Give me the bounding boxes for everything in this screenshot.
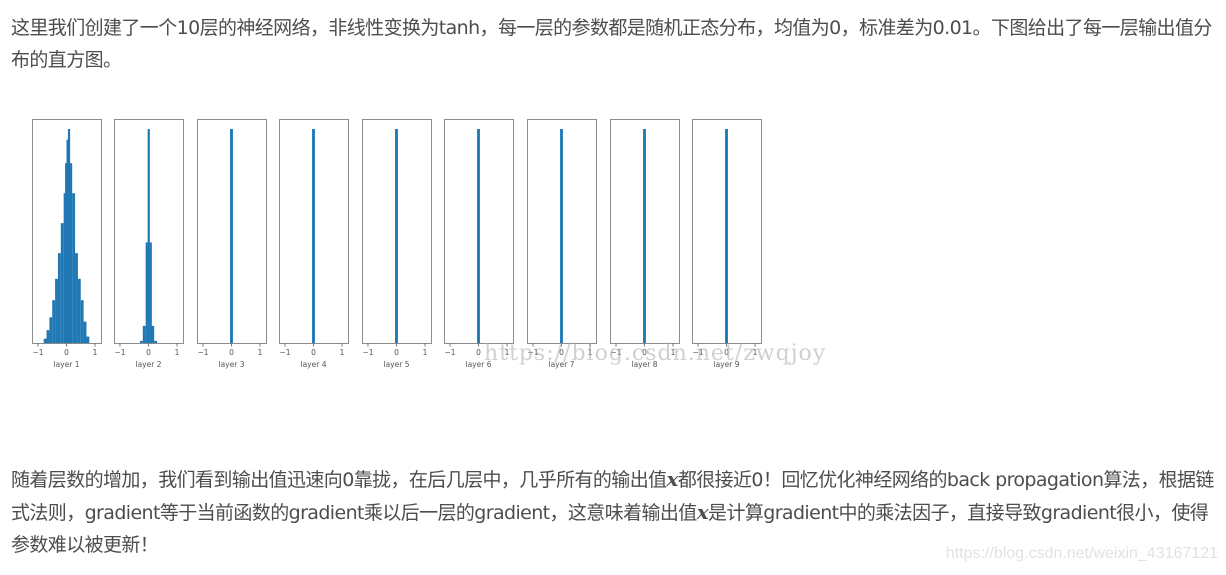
x-tick-label: 1	[93, 348, 98, 357]
histogram-bar	[49, 317, 53, 343]
histogram-bar	[86, 336, 90, 343]
x-tick-label: 1	[423, 348, 428, 357]
histogram-bar	[80, 300, 84, 343]
histogram-bar	[69, 163, 73, 343]
x-tick-label: −1	[362, 348, 373, 357]
histogram-bar	[560, 129, 563, 343]
panel-label: layer 4	[301, 360, 327, 369]
x-tick-label: 0	[229, 348, 234, 357]
histogram-bar	[395, 129, 398, 343]
panel-label: layer 5	[384, 360, 410, 369]
x-tick-label: −1	[114, 348, 125, 357]
histogram-bar	[72, 193, 76, 343]
histogram-panel-1: −1 0 1 layer 1	[32, 119, 102, 369]
histogram-bar	[75, 253, 78, 343]
histogram-panel-2: −1 0 1 layer 2	[114, 119, 184, 369]
math-variable-x: x	[696, 500, 709, 524]
histogram-panel-3: −1 0 1 layer 3	[197, 119, 267, 369]
panel-label: layer 3	[219, 360, 245, 369]
x-tick-label: −1	[32, 348, 43, 357]
histogram-bar	[230, 129, 233, 343]
intro-paragraph: 这里我们创建了一个10层的神经网络，非线性变换为tanh，每一层的参数都是随机正…	[11, 17, 1212, 71]
x-tick-label: 0	[394, 348, 399, 357]
histogram-bar	[60, 223, 64, 343]
x-tick-label: −1	[197, 348, 208, 357]
histogram-panel-4: −1 0 1 layer 4	[279, 119, 349, 369]
page-watermark: https://blog.csdn.net/weixin_43167121	[945, 545, 1218, 562]
histogram-panel-5: −1 0 1 layer 5	[362, 119, 432, 369]
x-tick-label: 1	[340, 348, 345, 357]
histogram-bar	[145, 242, 148, 343]
panel-label: layer 2	[136, 360, 162, 369]
histogram-bar	[55, 278, 58, 343]
histogram-bar	[43, 338, 47, 343]
histogram-bar	[643, 129, 646, 343]
histogram-panel-8: −1 0 1layer 8	[610, 119, 680, 369]
histogram-bar	[83, 321, 87, 343]
x-tick-label: −1	[279, 348, 290, 357]
histogram-bar	[147, 129, 150, 343]
panel-label: layer 1	[54, 360, 80, 369]
histogram-panel-9: −1 0 1layer 9	[692, 119, 762, 369]
histogram-bar	[52, 300, 56, 343]
x-tick-label: 0	[311, 348, 316, 357]
histogram-bar	[46, 330, 50, 343]
x-tick-label: 1	[175, 348, 180, 357]
histogram-bar	[77, 278, 81, 343]
histogram-bar	[57, 253, 61, 343]
histogram-bar	[139, 340, 143, 343]
histogram-panel-6: −1 0 1layer 6	[444, 119, 514, 369]
x-tick-label: −1	[444, 348, 455, 357]
histogram-bar	[151, 325, 155, 343]
histogram-bar	[154, 340, 158, 343]
conclusion-text-1: 随着层数的增加，我们看到输出值迅速向0靠拢，在后几层中，几乎所有的输出值	[11, 469, 667, 491]
x-tick-label: 0	[476, 348, 481, 357]
histogram-panel-7: −1 0 1layer 7	[527, 119, 597, 369]
histogram-bar	[142, 325, 146, 343]
x-tick-label: 1	[258, 348, 263, 357]
histogram-bar	[312, 129, 315, 343]
x-tick-label: 0	[64, 348, 69, 357]
math-variable-x: x	[666, 467, 679, 491]
x-tick-label: 0	[146, 348, 151, 357]
histogram-bar	[725, 129, 728, 343]
histogram-figure: −1 0 1layer 1−1 0 1layer 2−1 0 1layer 3−1 0 1lay…	[32, 119, 762, 369]
histogram-bar	[477, 129, 480, 343]
figure-watermark: https://blog.csdn.net/zwqjoy	[484, 341, 827, 366]
